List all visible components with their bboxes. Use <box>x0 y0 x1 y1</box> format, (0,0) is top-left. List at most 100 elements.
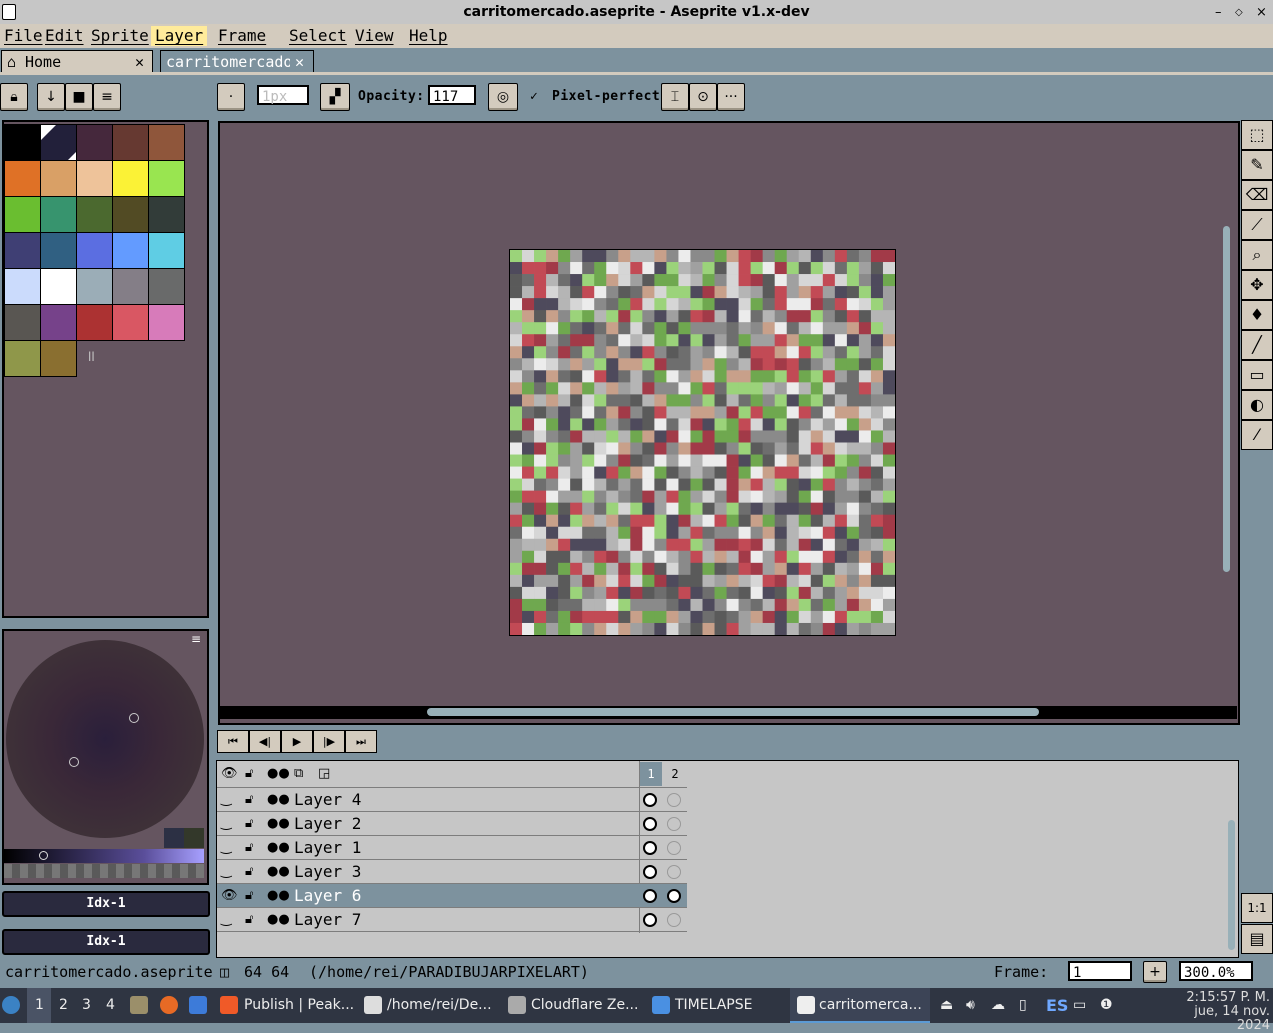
alpha-slider[interactable] <box>4 864 204 878</box>
palette-swatch[interactable] <box>76 304 113 341</box>
wheel-cursor-secondary[interactable] <box>69 757 79 767</box>
menu-frame[interactable]: Frame <box>214 26 270 46</box>
taskbar-window-3[interactable]: Cloudflare Ze... <box>531 997 638 1013</box>
last-frame-icon[interactable]: ⏭ <box>345 730 377 753</box>
close-icon[interactable]: ✕ <box>295 51 304 73</box>
workspace-3[interactable]: 3 <box>82 997 91 1013</box>
palette-swatch[interactable] <box>148 196 185 233</box>
menu-sprite[interactable]: Sprite <box>87 26 153 46</box>
target-icon[interactable]: ◎ <box>488 83 518 111</box>
lock-icon[interactable]: 🔓︎ <box>245 812 253 835</box>
menu-help[interactable]: Help <box>405 26 452 46</box>
menu-layer[interactable]: Layer <box>151 26 208 46</box>
eye-icon[interactable]: 👁︎ <box>221 884 238 907</box>
fill-icon[interactable]: ♦ <box>1241 300 1273 330</box>
fg-color-index[interactable]: Idx-1 <box>2 891 210 917</box>
marquee-icon[interactable]: ⬚ <box>1241 120 1273 150</box>
play-icon[interactable]: ▶ <box>281 730 313 753</box>
layer-row[interactable]: ‿ 🔓︎ ●● Layer 3 <box>217 860 687 884</box>
cel-frame-2[interactable] <box>667 865 681 879</box>
prev-frame-icon[interactable]: ◀| <box>249 730 281 753</box>
aseprite-icon[interactable] <box>797 996 815 1014</box>
wheel-cursor[interactable] <box>129 713 139 723</box>
frame-field[interactable]: 1 <box>1068 961 1132 981</box>
zoom-icon[interactable]: ⌕ <box>1241 240 1273 270</box>
palette-swatch[interactable] <box>148 160 185 197</box>
add-frame-icon[interactable]: + <box>1143 961 1167 983</box>
ink-type-icon[interactable]: ▞ <box>320 83 350 111</box>
taskbar-window-4[interactable]: TIMELAPSE <box>675 997 752 1013</box>
palette-swatch[interactable] <box>40 304 77 341</box>
cel-frame-1[interactable] <box>643 817 657 831</box>
menu-select[interactable]: Select <box>285 26 351 46</box>
folder-icon[interactable] <box>652 996 670 1014</box>
palette-swatch[interactable] <box>112 268 149 305</box>
maximize-button[interactable]: ◇ <box>1235 7 1243 18</box>
eye-closed-icon[interactable]: ‿ <box>221 908 231 931</box>
actual-size-icon[interactable]: 1:1 <box>1241 893 1273 923</box>
more-options-button[interactable]: ··· <box>717 83 745 111</box>
layer-group-icon[interactable]: ⧉ <box>294 762 303 785</box>
tab-document[interactable]: carritomercado ✕ <box>160 50 314 73</box>
palette-swatch[interactable] <box>4 160 41 197</box>
editor-icon[interactable] <box>364 996 382 1014</box>
layer-row[interactable]: ‿ 🔓︎ ●● Layer 2 <box>217 812 687 836</box>
continuous-icon[interactable]: ●● <box>267 836 290 859</box>
file-manager-icon[interactable] <box>130 996 148 1014</box>
palette-swatch[interactable] <box>4 124 41 161</box>
eye-closed-icon[interactable]: ‿ <box>221 860 231 883</box>
cel-frame-1[interactable] <box>643 889 657 903</box>
lock-icon[interactable]: 🔓︎ <box>245 908 253 931</box>
clipboard-icon[interactable]: ▯ <box>1019 997 1027 1013</box>
layer-name[interactable]: Layer 2 <box>294 812 361 835</box>
cel-frame-2[interactable] <box>667 889 681 903</box>
tab-home[interactable]: ⌂ Home ✕ <box>1 50 153 73</box>
palette-swatch[interactable] <box>112 124 149 161</box>
palette-swatch[interactable] <box>4 340 41 377</box>
cel-frame-2[interactable] <box>667 841 681 855</box>
palette-swatch[interactable] <box>4 268 41 305</box>
menu-edit[interactable]: Edit <box>41 26 88 46</box>
cel-frame-2[interactable] <box>667 817 681 831</box>
lock-icon[interactable]: 🔓︎ <box>245 788 253 811</box>
eye-closed-icon[interactable]: ‿ <box>221 788 231 811</box>
onion-skin-icon[interactable]: ◲ <box>318 762 330 785</box>
layer-row[interactable]: ‿ 🔓︎ ●● Layer 7 <box>217 908 687 932</box>
sprite-canvas[interactable] <box>509 249 896 636</box>
layer-row[interactable]: ‿ 🔓︎ ●● Layer 4 <box>217 788 687 812</box>
lock-icon[interactable]: 🔓︎ <box>245 762 253 785</box>
cel-frame-1[interactable] <box>643 865 657 879</box>
volume-icon[interactable]: 🔊︎ <box>966 997 975 1013</box>
contour-icon[interactable]: ◐ <box>1241 390 1273 420</box>
layer-name[interactable]: Layer 3 <box>294 860 361 883</box>
eye-icon[interactable]: 👁︎ <box>221 762 238 785</box>
timeline-scrollbar[interactable] <box>1228 820 1235 950</box>
palette-swatch[interactable] <box>4 196 41 233</box>
taskbar-window-5[interactable]: carritomerca... <box>819 997 922 1013</box>
workspace-2[interactable]: 2 <box>59 997 68 1013</box>
blur-icon[interactable]: ⁄ <box>1241 420 1273 450</box>
close-icon[interactable]: ✕ <box>135 51 144 73</box>
palette-swatch[interactable] <box>112 196 149 233</box>
lock-icon[interactable]: 🔓︎ <box>245 836 253 859</box>
symmetry-icon[interactable]: ⌶ <box>661 83 689 111</box>
color-wheel[interactable] <box>6 640 204 838</box>
film-icon[interactable]: ▤ <box>1241 924 1273 954</box>
menu-file[interactable]: File <box>0 26 47 46</box>
display-icon[interactable]: ▭ <box>1073 997 1086 1013</box>
palette-swatch[interactable] <box>40 268 77 305</box>
zoom-field[interactable]: 300.0% <box>1179 961 1253 981</box>
palette-swatch[interactable] <box>76 124 113 161</box>
lock-icon[interactable]: 🔓︎ <box>245 860 253 883</box>
value-slider[interactable] <box>4 849 204 863</box>
first-frame-icon[interactable]: ⏮ <box>217 730 249 753</box>
cloud-icon[interactable]: ☁ <box>991 997 1005 1013</box>
firefox-icon[interactable] <box>160 996 178 1014</box>
palette-swatch[interactable] <box>40 232 77 269</box>
minimize-button[interactable]: – <box>1215 5 1222 20</box>
lock-icon[interactable]: 🔓︎ <box>245 884 253 907</box>
palette-swatch[interactable] <box>148 232 185 269</box>
desktop-icon[interactable] <box>189 996 207 1014</box>
window-icon[interactable] <box>508 996 526 1014</box>
brush-type-button[interactable]: · <box>217 83 245 111</box>
